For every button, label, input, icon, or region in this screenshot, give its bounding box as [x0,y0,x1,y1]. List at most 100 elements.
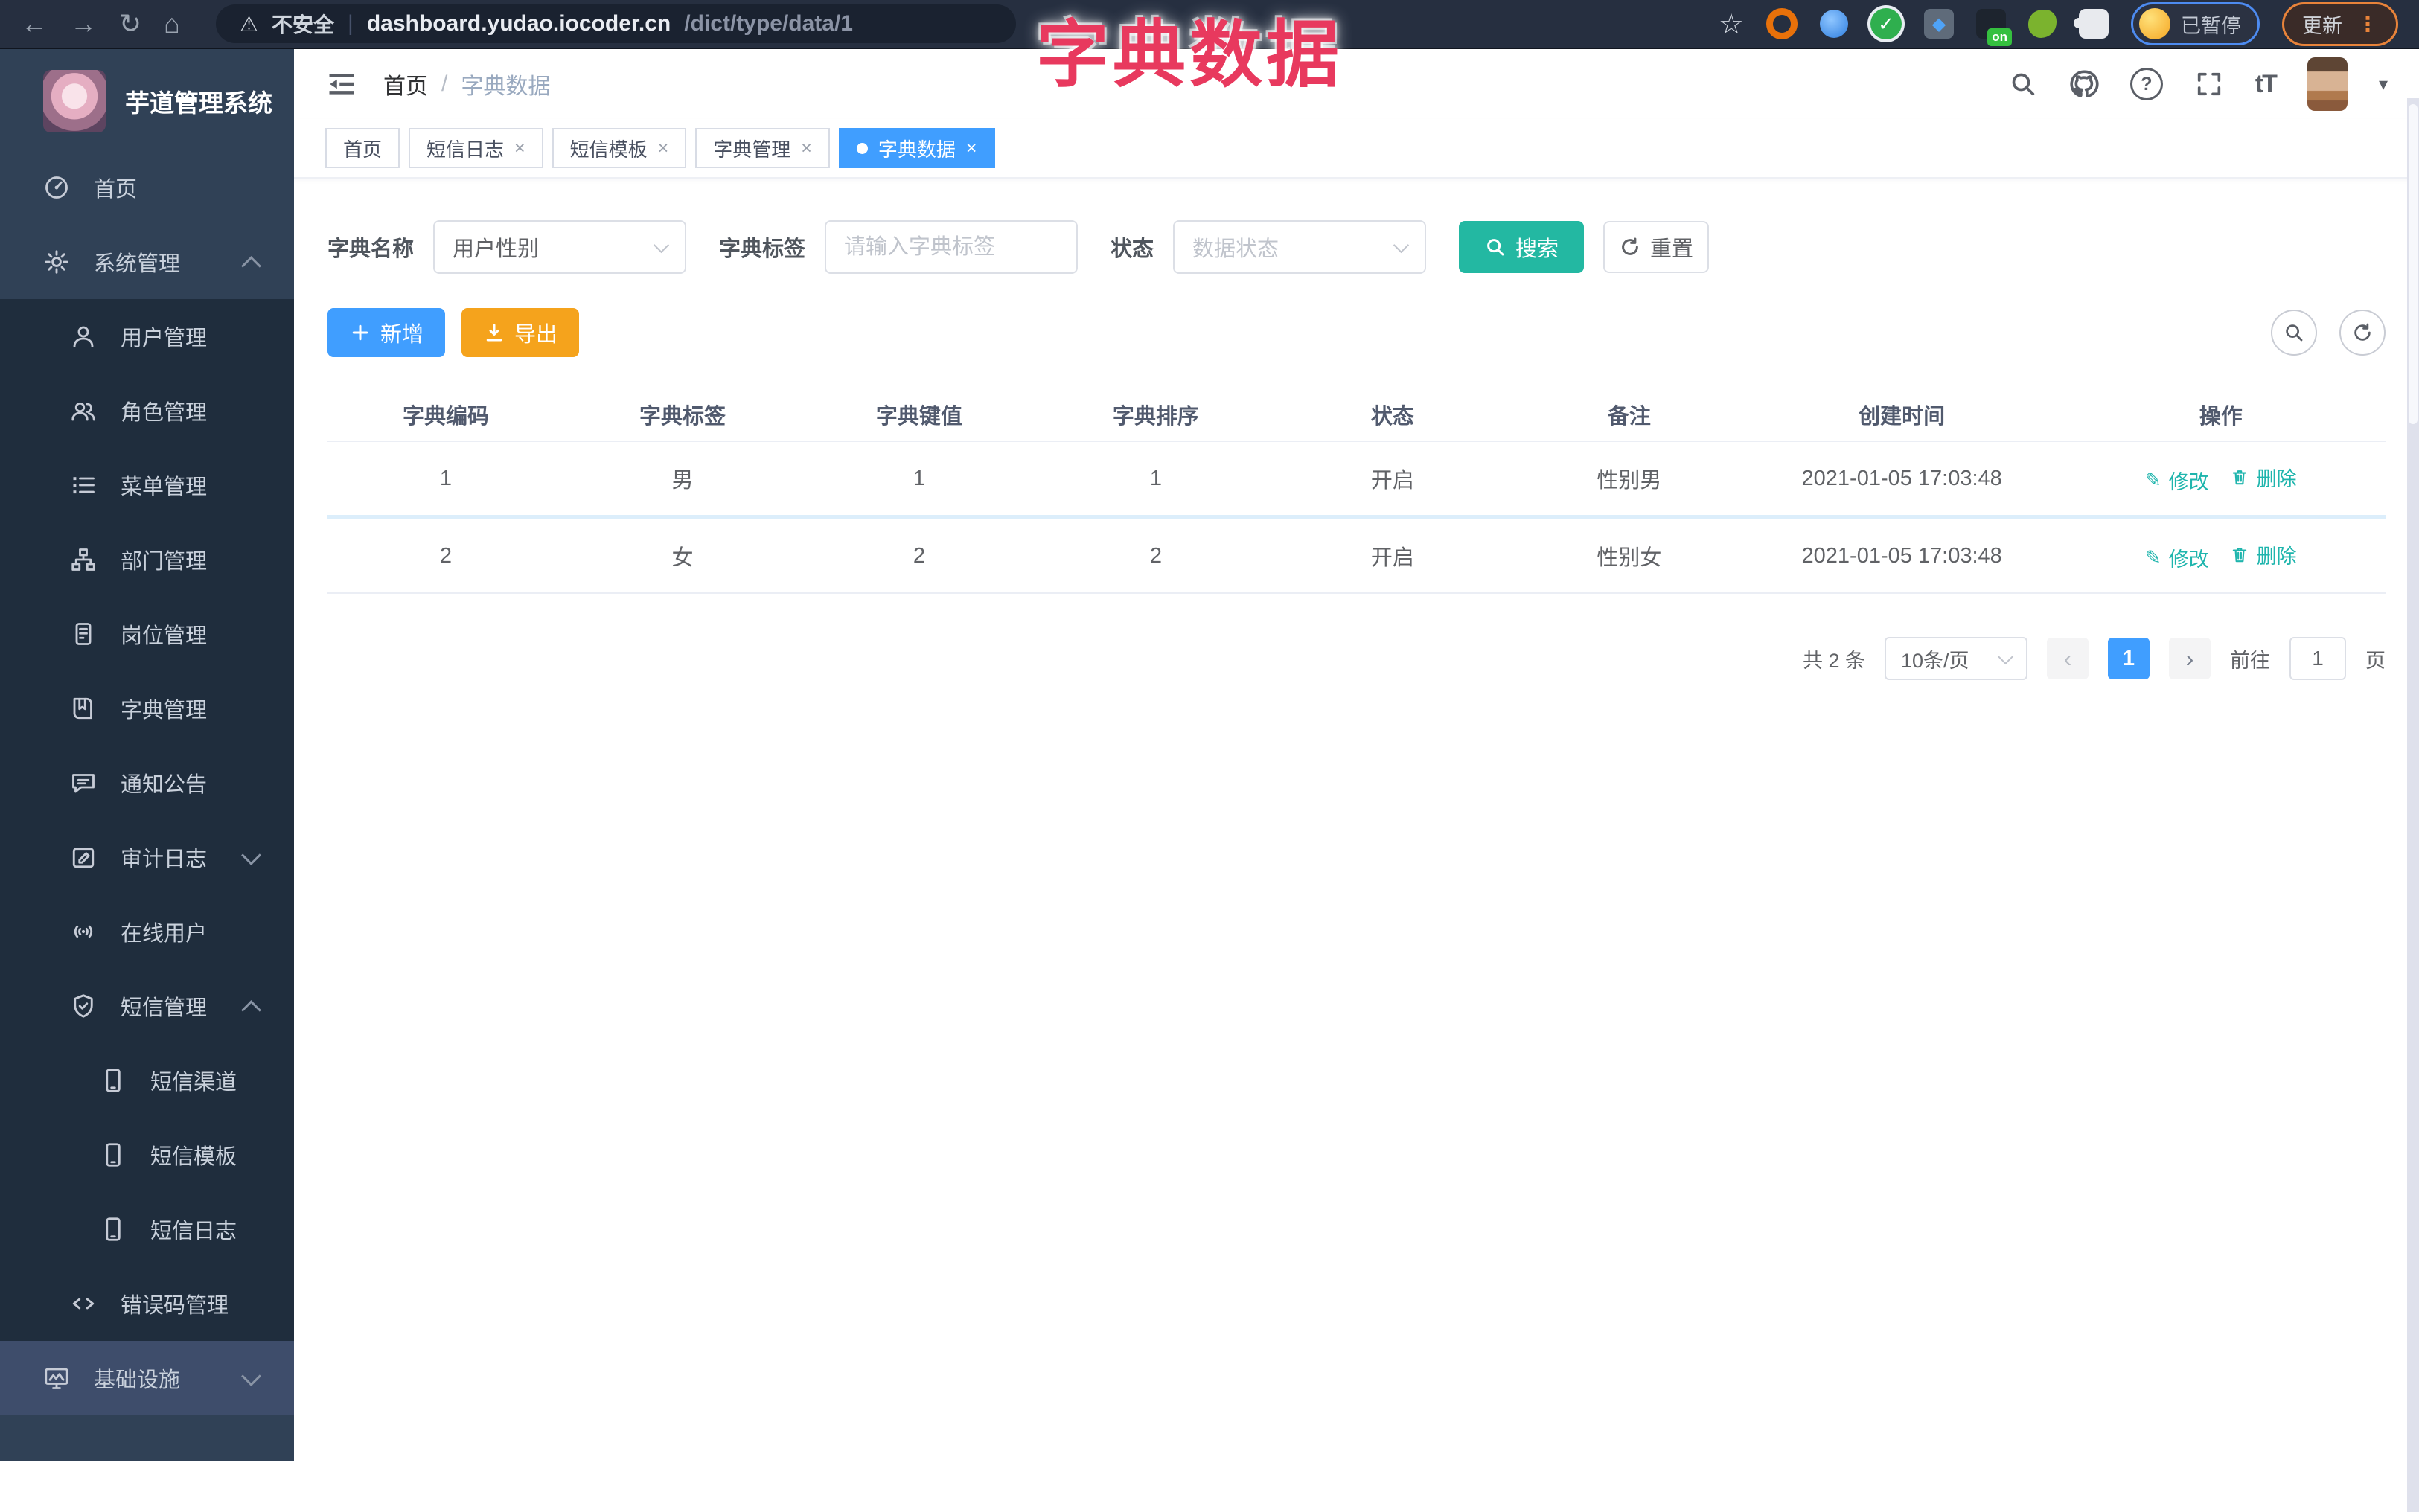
sidebar-item-sms-log[interactable]: 短信日志 [0,1192,294,1266]
sidebar-item-department-management[interactable]: 部门管理 [0,522,294,597]
extension-blue-drop-icon[interactable] [1820,10,1848,38]
dict-data-table: 字典编码 字典标签 字典键值 字典排序 状态 备注 创建时间 操作 1 男 1 … [327,388,2386,594]
edit-link[interactable]: ✎ 修改 [2145,466,2209,495]
sidebar-item-notice[interactable]: 通知公告 [0,746,294,820]
chevron-down-icon [653,237,670,253]
browser-menu-dots-icon[interactable]: ⋮ [2357,12,2378,36]
tab-sms-template[interactable]: 短信模板 × [552,128,687,168]
github-icon[interactable] [2069,69,2099,99]
col-status: 状态 [1274,388,1511,442]
breadcrumb-home[interactable]: 首页 [383,68,428,100]
prev-page-button[interactable]: ‹ [2047,638,2089,679]
pagination: 共 2 条 10条/页 ‹ 1 › 前往 页 [327,637,2386,680]
refresh-table-button[interactable] [2339,310,2386,356]
browser-update-button[interactable]: 更新 ⋮ [2282,1,2398,46]
download-icon [486,324,502,342]
sidebar-item-user-management[interactable]: 用户管理 [0,299,294,374]
sidebar-item-infrastructure[interactable]: 基础设施 [0,1341,294,1415]
hide-search-button[interactable] [2271,310,2317,356]
search-icon [1487,239,1504,256]
browser-back-icon[interactable]: ← [21,10,48,37]
address-bar[interactable]: ⚠ 不安全 | dashboard.yudao.iocoder.cn/dict/… [215,4,1016,43]
col-created: 创建时间 [1747,388,2057,442]
security-label[interactable]: 不安全 [272,9,334,39]
sidebar-item-sms-management[interactable]: 短信管理 [0,969,294,1043]
extension-green-leaf-icon[interactable] [2028,10,2057,38]
sidebar-item-online-users[interactable]: 在线用户 [0,894,294,969]
extensions-puzzle-icon[interactable] [2074,9,2109,39]
dict-name-select[interactable]: 用户性别 [433,220,687,274]
refresh-icon [1622,237,1638,255]
filter-form: 字典名称 用户性别 字典标签 状态 数据状态 [327,220,2386,274]
mobile-icon [106,1217,121,1241]
sidebar-item-system-management[interactable]: 系统管理 [0,225,294,299]
caret-down-icon[interactable]: ▾ [2379,74,2388,95]
total-count: 共 2 条 [1802,649,1865,672]
close-icon[interactable]: × [966,138,977,159]
tab-dict-data[interactable]: 字典数据 × [838,128,995,168]
user-avatar[interactable] [2307,57,2348,111]
tab-dict-management[interactable]: 字典管理 × [695,128,830,168]
chevron-down-icon [241,845,261,865]
help-icon[interactable]: ? [2129,68,2163,100]
sidebar-item-post-management[interactable]: 岗位管理 [0,597,294,671]
chevron-up-icon [241,256,261,276]
user-icon [73,326,94,347]
chevron-up-icon [241,1000,261,1020]
close-icon[interactable]: × [801,138,812,159]
add-button[interactable]: 新增 [327,308,445,357]
extension-gray-diamond-icon[interactable]: ◆ [1924,9,1954,39]
search-button[interactable]: 搜索 [1459,221,1585,273]
reset-button[interactable]: 重置 [1603,221,1710,273]
bookmark-star-icon[interactable]: ☆ [1719,7,1744,41]
sidebar-item-sms-template[interactable]: 短信模板 [0,1118,294,1192]
next-page-button[interactable]: › [2169,638,2211,679]
scrollbar-thumb[interactable] [2409,104,2418,424]
sidebar-item-audit-log[interactable]: 审计日志 [0,820,294,894]
sidebar-item-dict-management[interactable]: 字典管理 [0,671,294,746]
sidebar-item-sms-channel[interactable]: 短信渠道 [0,1043,294,1118]
sidebar-item-home[interactable]: 首页 [0,150,294,225]
page-scrollbar[interactable] [2407,98,2419,1512]
refresh-icon [2354,323,2371,341]
page-content: 字典名称 用户性别 字典标签 状态 数据状态 [294,220,2419,680]
browser-forward-icon[interactable]: → [70,10,97,37]
dict-label-input[interactable] [825,220,1079,274]
sidebar-item-error-code[interactable]: 错误码管理 [0,1266,294,1341]
font-size-icon[interactable]: tT [2255,70,2278,99]
extension-on-badge-icon[interactable]: on [1976,9,2012,46]
close-icon[interactable]: × [514,138,525,159]
filter-status: 状态 数据状态 [1111,220,1427,274]
browser-reload-icon[interactable]: ↻ [119,10,141,37]
delete-link[interactable]: 删除 [2230,463,2297,492]
extension-orange-icon[interactable] [1766,8,1798,39]
status-select[interactable]: 数据状态 [1173,220,1427,274]
goto-page-input[interactable] [2289,637,2346,680]
profile-chip[interactable]: 已暂停 [2131,2,2260,45]
tab-home[interactable]: 首页 [325,128,400,168]
close-icon[interactable]: × [658,138,669,159]
tab-sms-log[interactable]: 短信日志 × [409,128,543,168]
address-divider: | [348,11,354,36]
browser-home-icon[interactable]: ⌂ [164,10,180,37]
delete-link[interactable]: 删除 [2230,540,2297,569]
pencil-icon: ✎ [2144,546,2161,568]
hamburger-icon[interactable] [325,68,358,100]
logo-row[interactable]: 芋道管理系统 [0,49,294,150]
page-size-select[interactable]: 10条/页 [1885,637,2027,680]
extension-green-check-icon[interactable]: ✓ [1870,8,1902,39]
col-dict-value: 字典键值 [800,388,1038,442]
sidebar-item-menu-management[interactable]: 菜单管理 [0,448,294,522]
update-label: 更新 [2302,14,2342,37]
sidebar-menu: 首页 系统管理 用户管理 角色管理 菜单管理 部门管理 岗位管理 字典管理 通知… [0,150,294,1415]
search-icon[interactable] [2008,69,2038,99]
edit-link[interactable]: ✎ 修改 [2145,543,2209,572]
fullscreen-icon[interactable] [2194,69,2224,99]
sidebar-item-role-management[interactable]: 角色管理 [0,374,294,448]
search-icon [2286,324,2303,342]
filter-dict-name: 字典名称 用户性别 [327,220,687,274]
url-path: /dict/type/data/1 [684,11,853,36]
export-button[interactable]: 导出 [461,308,579,357]
table-toolbar: 新增 导出 [327,308,2386,357]
current-page-button[interactable]: 1 [2108,638,2150,679]
